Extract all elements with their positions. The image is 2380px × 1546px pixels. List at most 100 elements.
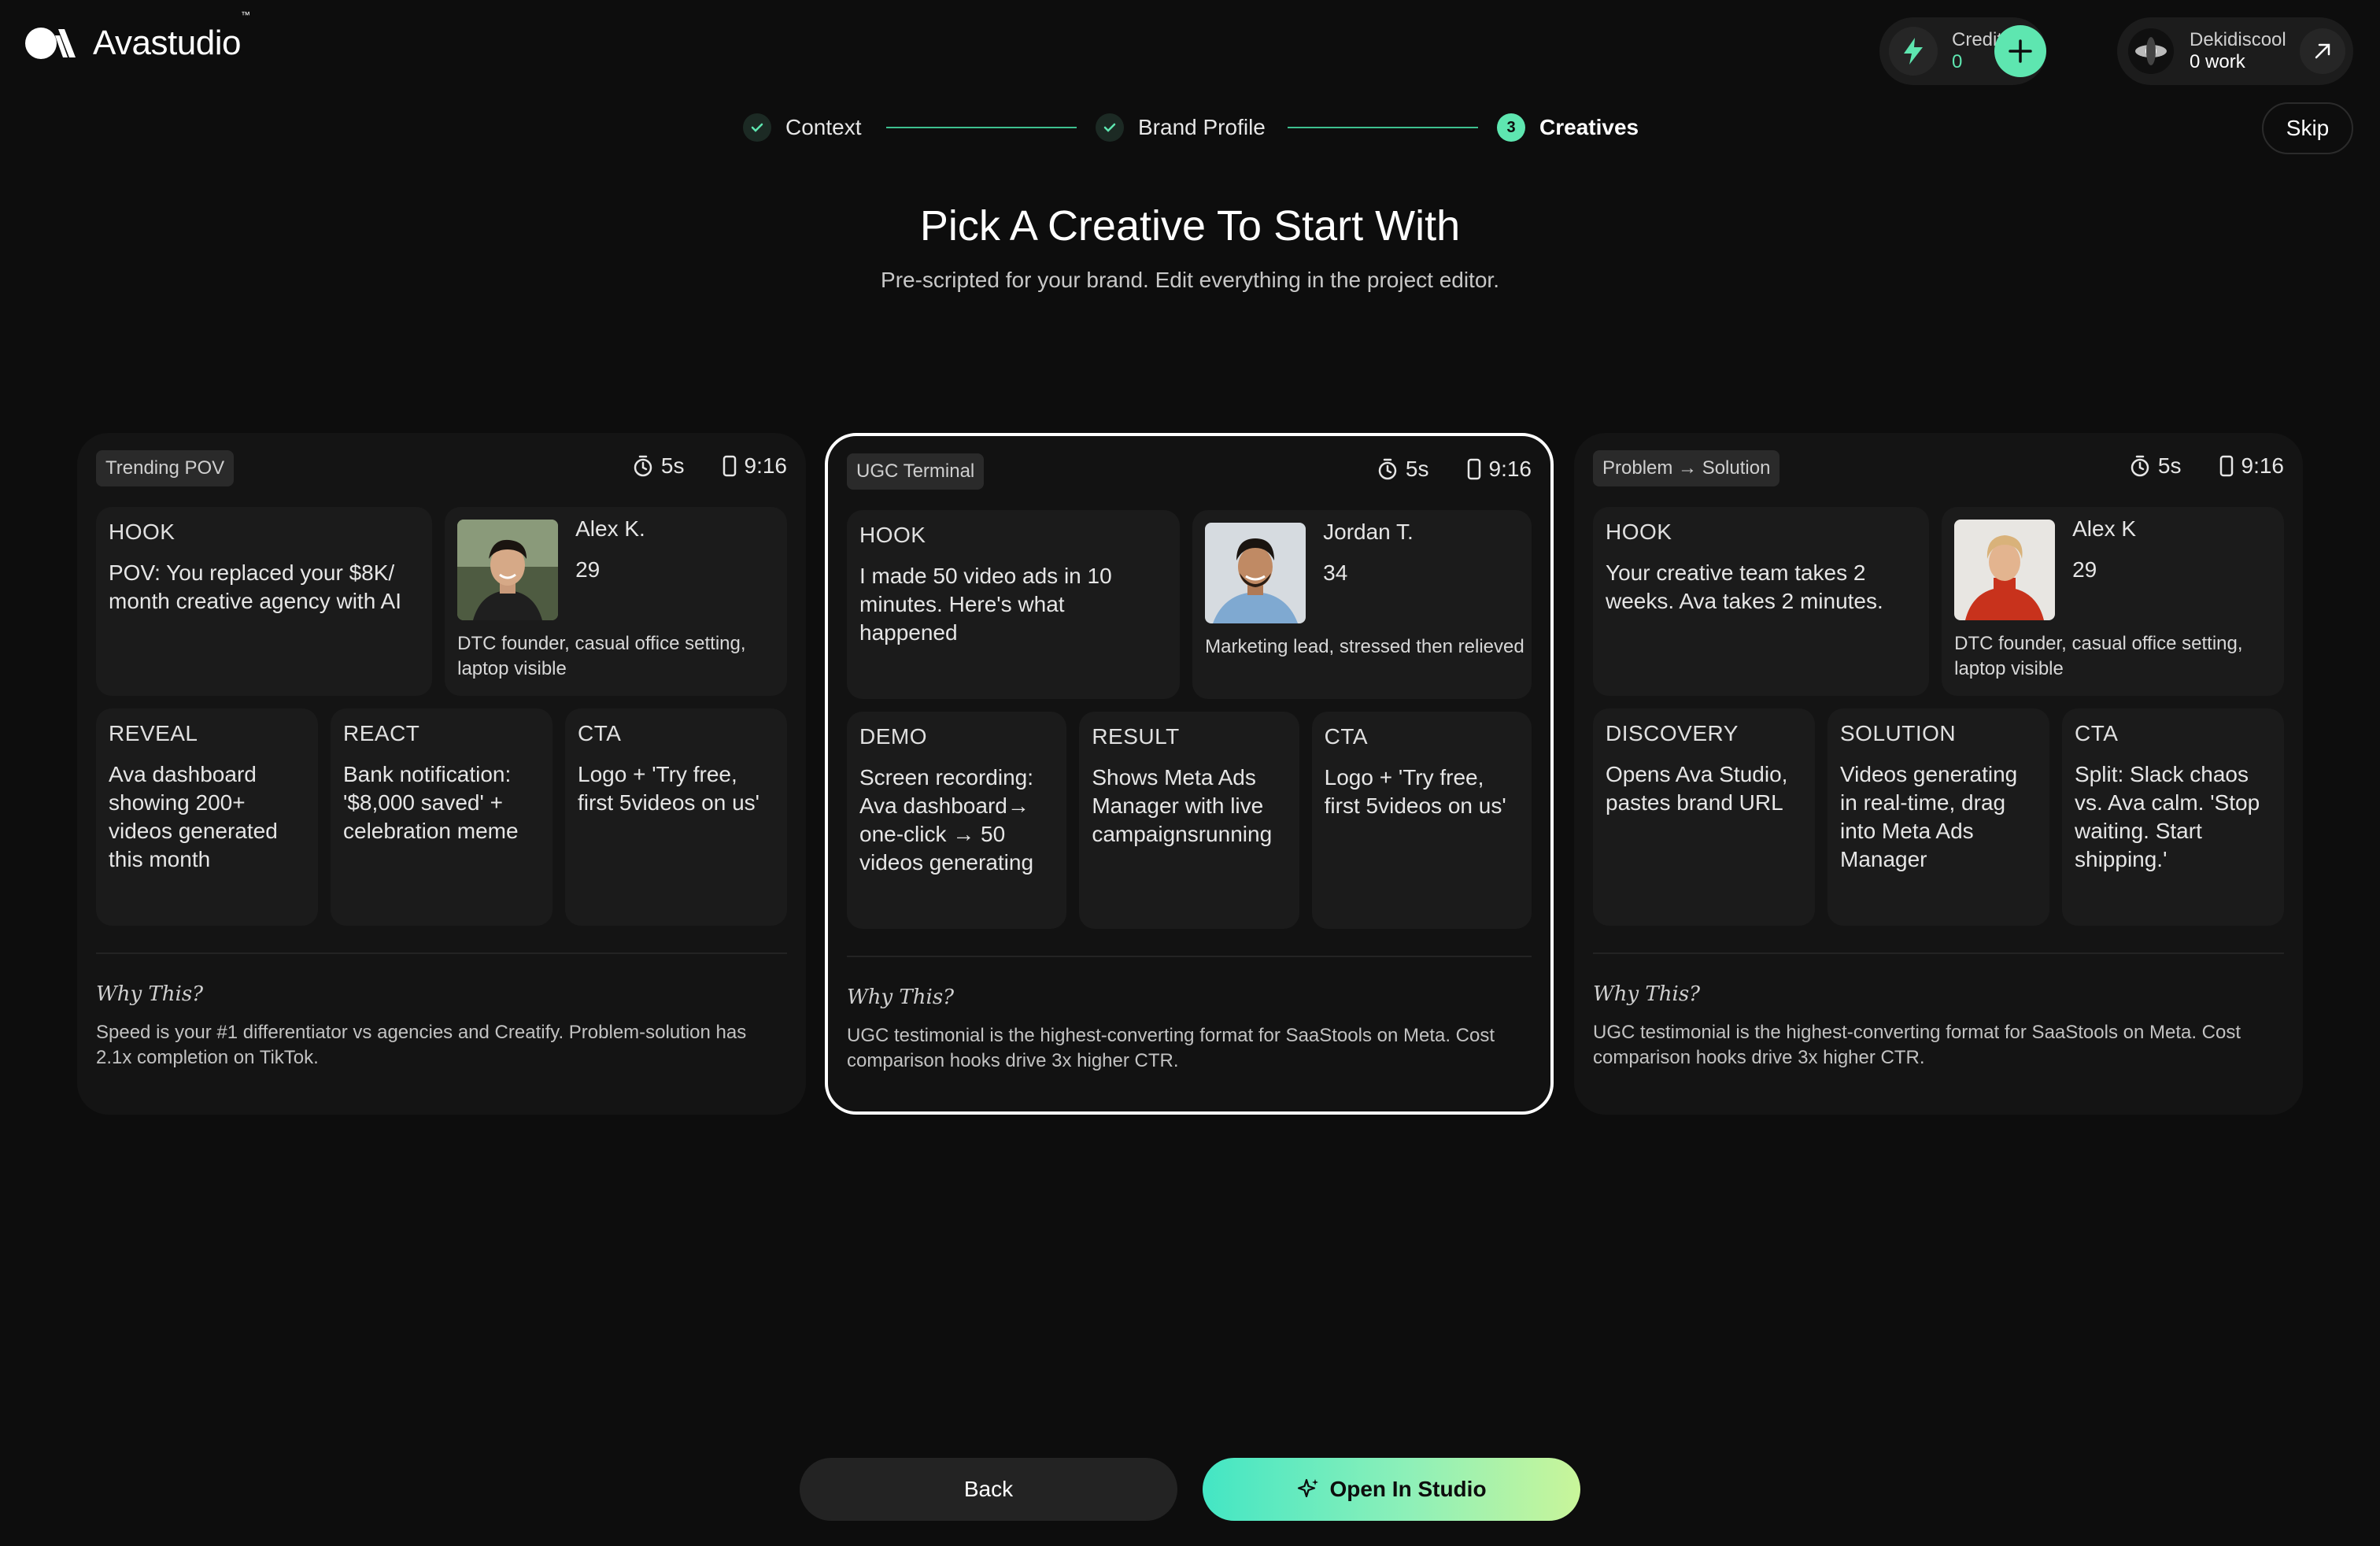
why-text: UGC testimonial is the highest-convertin… (1593, 1022, 2241, 1068)
actor-box: Alex K 29 DTC founder, casual office set… (1942, 507, 2284, 696)
actor-description: DTC founder, casual office setting, lapt… (457, 633, 746, 679)
beat-text: Split: Slack chaos vs. Ava calm. 'Stop w… (2075, 762, 2260, 871)
progress-stepper: Context Brand Profile 3 Creatives (0, 107, 2380, 148)
beat-text: Ava dashboard showing 200+ videos genera… (109, 762, 278, 871)
why-label: Why This? (847, 986, 955, 1009)
beat-box: REVEAL Ava dashboard showing 200+ videos… (96, 708, 318, 926)
creative-card-trending-pov[interactable]: Trending POV 5s 9:16 HOOK POV: You repla… (77, 433, 806, 1115)
actor-photo (457, 520, 559, 620)
card-tag: UGC Terminal (847, 453, 985, 490)
beat-text: Videos generating in real-time, drag int… (1840, 762, 2018, 871)
beat-box: DEMO Screen recording: Ava dashboard→ on… (847, 712, 1067, 929)
logo-mark-icon (24, 24, 79, 62)
timer-icon (634, 455, 652, 477)
beat-text: Logo + 'Try free, first 5videos on us' (578, 762, 760, 815)
why-text: UGC testimonial is the highest-convertin… (847, 1025, 1495, 1071)
beat-text: Opens Ava Studio, pastes brand URL (1606, 762, 1788, 815)
why-text: Speed is your #1 differentiator vs agenc… (96, 1022, 747, 1068)
user-name: Dekidiscool (2190, 29, 2286, 50)
check-icon (1096, 113, 1124, 142)
timer-icon (1378, 458, 1397, 480)
page-subtitle: Pre-scripted for your brand. Edit everyt… (881, 268, 1499, 292)
divider (96, 952, 787, 954)
actor-photo (1954, 520, 2056, 620)
beat-text: Screen recording: Ava dashboard→ one-cli… (859, 765, 1034, 875)
logo-text: Avastudio™ (93, 9, 250, 62)
credits-pill: Credits 0 (1879, 17, 2046, 85)
divider (847, 956, 1532, 957)
creative-card-ugc-terminal[interactable]: UGC Terminal 5s 9:16 HOOK I made 50 vide… (825, 433, 1554, 1115)
hook-box: HOOK Your creative team takes 2 weeks. A… (1593, 507, 1930, 696)
step-creatives[interactable]: 3 Creatives (1497, 107, 1639, 148)
hook-label: HOOK (109, 520, 176, 544)
beat-label: CTA (1324, 724, 1369, 749)
beat-label: REACT (343, 721, 420, 745)
beat-text: Logo + 'Try free, first 5videos on us' (1324, 765, 1506, 818)
open-in-studio-label: Open In Studio (1329, 1477, 1487, 1501)
step-brand-profile[interactable]: Brand Profile (1096, 107, 1266, 148)
skip-button[interactable]: Skip (2262, 102, 2353, 154)
hook-text: Your creative team takes 2 weeks. Ava ta… (1606, 560, 1883, 613)
beat-box: CTA Split: Slack chaos vs. Ava calm. 'St… (2062, 708, 2284, 926)
hook-box: HOOK I made 50 video ads in 10 minutes. … (847, 510, 1181, 699)
hook-label: HOOK (859, 523, 926, 547)
beat-box: CTA Logo + 'Try free, first 5videos on u… (565, 708, 787, 926)
step-label: Brand Profile (1138, 115, 1266, 139)
card-duration: 5s (2157, 453, 2182, 478)
phone-icon (722, 455, 736, 477)
beat-label: DEMO (859, 724, 927, 749)
step-label: Context (785, 115, 862, 139)
beat-text: Bank notification: '$8,000 saved' + cele… (343, 762, 519, 843)
page-title: Pick A Creative To Start With (919, 202, 1461, 250)
actor-age: 29 (2072, 557, 2097, 582)
step-context[interactable]: Context (743, 107, 862, 148)
back-button[interactable]: Back (800, 1458, 1177, 1521)
divider (1593, 952, 2284, 954)
card-duration: 5s (1405, 457, 1429, 481)
hook-label: HOOK (1606, 520, 1672, 544)
open-profile-button[interactable] (2300, 28, 2345, 74)
timer-icon (2131, 455, 2149, 477)
card-ratio: 9:16 (744, 453, 788, 478)
why-label: Why This? (96, 982, 204, 1006)
beat-box: DISCOVERY Opens Ava Studio, pastes brand… (1593, 708, 1815, 926)
actor-age: 29 (575, 557, 601, 582)
creative-card-problem-solution[interactable]: Problem → Solution 5s 9:16 HOOK Your cre… (1574, 433, 2303, 1115)
sparkle-icon (1298, 1478, 1319, 1498)
phone-icon (2219, 455, 2233, 477)
phone-icon (1467, 458, 1480, 480)
user-menu[interactable]: Dekidiscool 0 work (2117, 17, 2353, 85)
arrow-up-right-icon (2315, 43, 2330, 59)
beat-label: CTA (2075, 721, 2119, 745)
hook-box: HOOK POV: You replaced your $8K/ month c… (96, 507, 433, 696)
beat-box: RESULT Shows Meta Ads Manager with live … (1079, 712, 1299, 929)
step-number: 3 (1497, 113, 1525, 142)
step-connector (1288, 127, 1478, 128)
card-ratio: 9:16 (1488, 457, 1532, 481)
bolt-icon (1889, 27, 1938, 76)
add-credits-button[interactable] (1994, 25, 2046, 77)
actor-name: Alex K. (575, 516, 645, 541)
app-logo[interactable]: Avastudio™ (24, 9, 250, 63)
actor-description: DTC founder, casual office setting, lapt… (1954, 633, 2243, 679)
step-label: Creatives (1539, 115, 1639, 139)
open-in-studio-button[interactable]: Open In Studio (1203, 1458, 1580, 1521)
why-label: Why This? (1593, 982, 1701, 1006)
beat-label: DISCOVERY (1606, 721, 1739, 745)
card-duration: 5s (660, 453, 685, 478)
step-connector (886, 127, 1077, 128)
card-tag: Trending POV (96, 450, 235, 486)
user-work-count: 0 work (2190, 51, 2245, 72)
beat-box: SOLUTION Videos generating in real-time,… (1828, 708, 2049, 926)
beat-box: REACT Bank notification: '$8,000 saved' … (331, 708, 552, 926)
beat-label: RESULT (1092, 724, 1180, 749)
card-ratio: 9:16 (2241, 453, 2285, 478)
actor-box: Alex K. 29 DTC founder, casual office se… (445, 507, 787, 696)
beat-label: CTA (578, 721, 622, 745)
actor-name: Jordan T. (1323, 520, 1414, 544)
card-tag: Problem → Solution (1593, 450, 1780, 486)
check-icon (743, 113, 771, 142)
plus-icon (2009, 39, 2032, 63)
hook-text: I made 50 video ads in 10 minutes. Here'… (859, 564, 1112, 645)
avatar (2128, 28, 2174, 74)
